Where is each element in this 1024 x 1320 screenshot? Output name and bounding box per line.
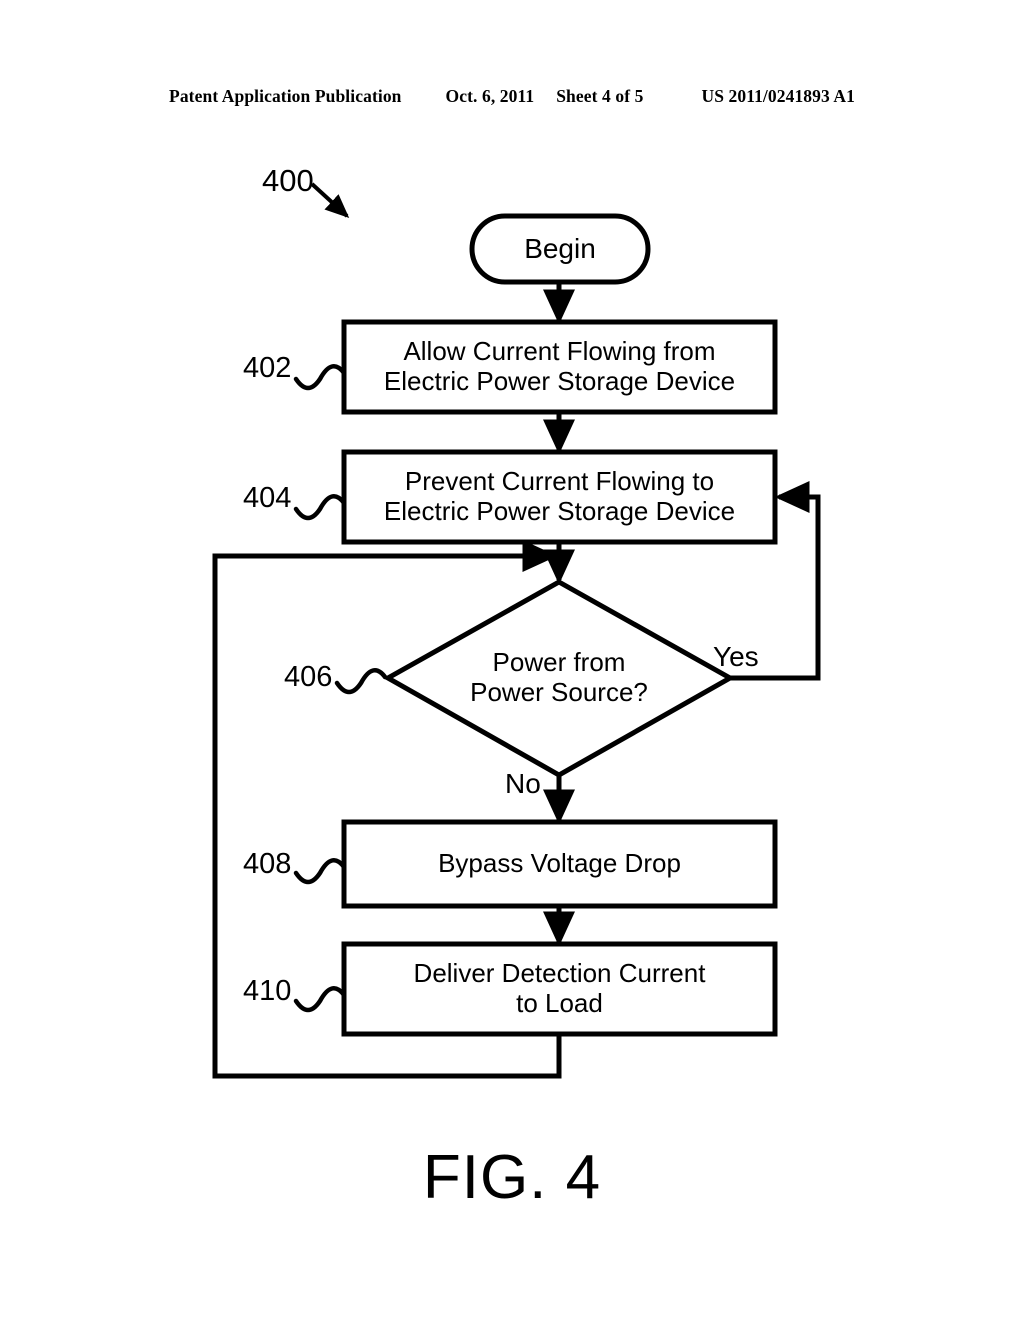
process-box-410-shape bbox=[341, 941, 778, 1037]
patent-figure: Begin Allow Current Flowing from Electri… bbox=[0, 0, 1024, 1320]
ref-leader-408 bbox=[293, 858, 347, 885]
branch-label-no: No bbox=[505, 768, 541, 799]
branch-label-yes: Yes bbox=[713, 641, 759, 672]
flowchart-diagram bbox=[212, 182, 821, 1079]
begin-terminal-shape bbox=[469, 213, 651, 285]
decision-diamond-406-shape bbox=[382, 579, 736, 778]
ref-numeral-410: 410 bbox=[243, 975, 292, 1007]
ref-leader-406 bbox=[334, 668, 388, 695]
figure-ref-arrow bbox=[310, 182, 350, 219]
ref-leader-404 bbox=[293, 494, 347, 521]
figure-caption: FIG. 4 bbox=[422, 1143, 602, 1212]
ref-numeral-406: 406 bbox=[284, 661, 333, 693]
ref-leader-402 bbox=[293, 364, 347, 391]
process-box-408-shape bbox=[341, 819, 778, 909]
ref-numeral-402: 402 bbox=[243, 352, 292, 384]
ref-leader-410 bbox=[293, 986, 347, 1013]
process-box-404-shape bbox=[341, 449, 778, 545]
ref-numeral-408: 408 bbox=[243, 848, 292, 880]
figure-ref-numeral-400: 400 bbox=[262, 163, 314, 198]
process-box-402-shape bbox=[341, 319, 778, 415]
ref-numeral-404: 404 bbox=[243, 482, 292, 514]
